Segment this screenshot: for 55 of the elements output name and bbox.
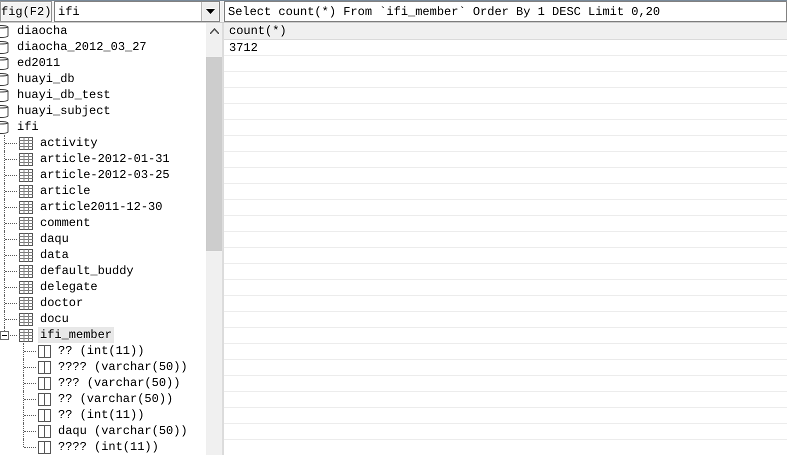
table-item[interactable]: doctor [38, 295, 86, 311]
table-item[interactable]: article-2012-03-25 [38, 167, 172, 183]
column-item[interactable]: daqu (varchar(50)) [56, 423, 190, 439]
config-button[interactable]: fig(F2) [0, 1, 52, 22]
database-item[interactable]: diaocha [15, 23, 70, 39]
table-item[interactable]: default_buddy [38, 263, 136, 279]
table-icon [19, 200, 33, 214]
table-icon [19, 216, 33, 230]
scroll-up-icon[interactable] [210, 28, 219, 34]
column-item[interactable]: ?? (int(11)) [56, 343, 146, 359]
table-item[interactable]: article2011-12-30 [38, 199, 164, 215]
table-item[interactable]: daqu [38, 231, 71, 247]
column-icon [38, 376, 51, 390]
table-item[interactable]: data [38, 247, 71, 263]
table-item[interactable]: docu [38, 311, 71, 327]
table-item[interactable]: delegate [38, 279, 100, 295]
database-item[interactable]: huayi_db_test [15, 87, 113, 103]
table-icon [19, 152, 33, 166]
column-item[interactable]: ?? (int(11)) [56, 407, 146, 423]
database-item[interactable]: huayi_subject [15, 103, 113, 119]
table-item[interactable]: ifi_member [38, 327, 114, 343]
column-icon [38, 360, 51, 374]
database-item[interactable]: ed2011 [15, 55, 62, 71]
table-item[interactable]: article-2012-01-31 [38, 151, 172, 167]
table-icon [19, 136, 33, 150]
column-item[interactable]: ??? (varchar(50)) [56, 375, 182, 391]
table-icon [19, 312, 33, 326]
table-icon [19, 184, 33, 198]
database-item[interactable]: diaocha_2012_03_27 [15, 39, 149, 55]
table-icon [19, 264, 33, 278]
column-item[interactable]: ???? (varchar(50)) [56, 359, 190, 375]
table-icon [19, 328, 33, 342]
column-icon [38, 424, 51, 438]
scrollbar-thumb[interactable] [206, 57, 222, 251]
column-item[interactable]: ???? (int(11)) [56, 439, 161, 455]
result-cell-text: 3712 [228, 40, 258, 54]
column-icon [38, 344, 51, 358]
table-icon [19, 280, 33, 294]
collapse-icon[interactable] [0, 331, 9, 340]
query-field[interactable]: Select count(*) From `ifi_member` Order By 1 DESC Limit 0,20 [224, 1, 787, 22]
scrollbar[interactable] [206, 23, 223, 455]
database-item[interactable]: ifi [15, 119, 41, 135]
table-item[interactable]: activity [38, 135, 100, 151]
column-icon [38, 408, 51, 422]
table-icon [19, 248, 33, 262]
table-icon [19, 168, 33, 182]
database-item[interactable]: huayi_db [15, 71, 77, 87]
column-icon [38, 392, 51, 406]
table-icon [19, 296, 33, 310]
database-select[interactable]: ifi [54, 1, 220, 22]
table-item[interactable]: article [38, 183, 92, 199]
column-header[interactable]: count(*) [224, 24, 287, 38]
table-item[interactable]: comment [38, 215, 92, 231]
column-item[interactable]: ?? (varchar(50)) [56, 391, 176, 407]
table-icon [19, 232, 33, 246]
